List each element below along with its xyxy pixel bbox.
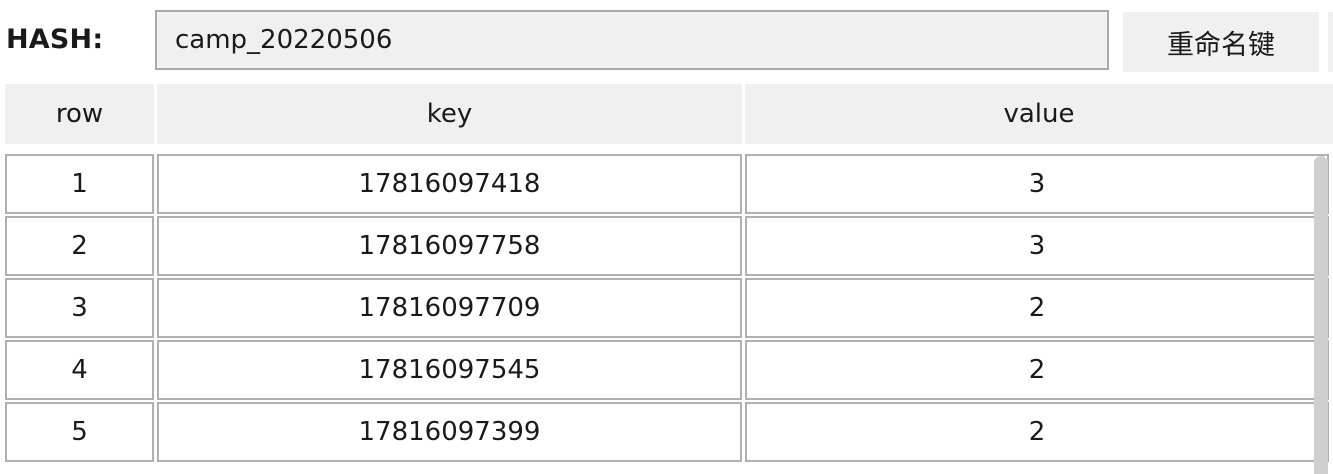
- table-row[interactable]: 4 17816097545 2: [0, 340, 1333, 400]
- vertical-scrollbar[interactable]: [1314, 156, 1328, 474]
- row-number-cell[interactable]: 4: [5, 340, 154, 400]
- table-row[interactable]: 2 17816097758 3: [0, 216, 1333, 276]
- column-header-key[interactable]: key: [157, 84, 742, 144]
- value-cell[interactable]: 3: [745, 154, 1329, 214]
- value-cell[interactable]: 2: [745, 278, 1329, 338]
- value-cell[interactable]: 3: [745, 216, 1329, 276]
- column-header-value[interactable]: value: [745, 84, 1333, 144]
- key-cell[interactable]: 17816097418: [157, 154, 742, 214]
- table-row[interactable]: 5 17816097399 2: [0, 402, 1333, 462]
- table-row[interactable]: 3 17816097709 2: [0, 278, 1333, 338]
- key-cell[interactable]: 17816097399: [157, 402, 742, 462]
- key-cell[interactable]: 17816097709: [157, 278, 742, 338]
- hash-type-label: HASH:: [6, 24, 104, 55]
- key-cell[interactable]: 17816097545: [157, 340, 742, 400]
- row-number-cell[interactable]: 5: [5, 402, 154, 462]
- hash-viewer: HASH: 重命名键 row key value 1 17816097418 3…: [0, 0, 1333, 474]
- key-name-input[interactable]: [155, 10, 1109, 70]
- column-header-row[interactable]: row: [5, 84, 154, 144]
- value-cell[interactable]: 2: [745, 340, 1329, 400]
- row-number-cell[interactable]: 3: [5, 278, 154, 338]
- rename-key-button[interactable]: 重命名键: [1123, 12, 1319, 72]
- value-cell[interactable]: 2: [745, 402, 1329, 462]
- key-cell[interactable]: 17816097758: [157, 216, 742, 276]
- table-row[interactable]: 1 17816097418 3: [0, 154, 1333, 214]
- toolbar-edge: [1328, 12, 1333, 72]
- row-number-cell[interactable]: 2: [5, 216, 154, 276]
- row-number-cell[interactable]: 1: [5, 154, 154, 214]
